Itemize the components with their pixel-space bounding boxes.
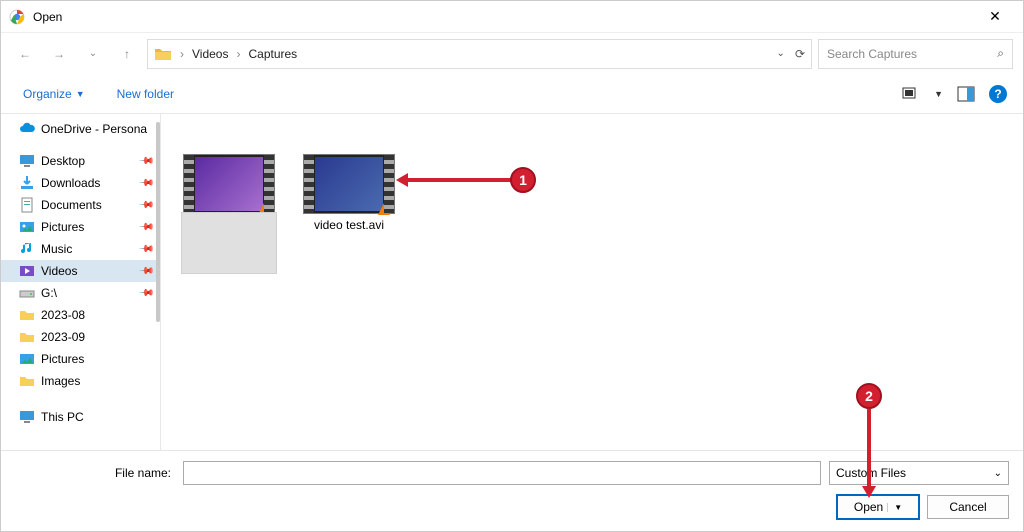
file-item-selected[interactable] bbox=[181, 154, 277, 234]
breadcrumb-captures[interactable]: Captures bbox=[248, 47, 297, 61]
video-thumbnail-icon bbox=[303, 154, 395, 214]
sidebar-item-label: Music bbox=[41, 242, 72, 256]
cancel-label: Cancel bbox=[949, 500, 986, 514]
file-pane[interactable]: video test.avi bbox=[161, 114, 1023, 466]
annotation-badge-1: 1 bbox=[510, 167, 536, 193]
sidebar-item-label: Images bbox=[41, 374, 80, 388]
annotation-arrow-2 bbox=[867, 409, 871, 495]
folder-icon bbox=[154, 45, 172, 63]
sidebar-item-label: Desktop bbox=[41, 154, 85, 168]
chevron-right-icon: › bbox=[234, 47, 242, 61]
breadcrumb-videos[interactable]: Videos bbox=[192, 47, 228, 61]
filetype-label: Custom Files bbox=[836, 466, 906, 480]
view-mode-button[interactable] bbox=[902, 85, 920, 103]
pin-icon: 📌 bbox=[137, 219, 154, 236]
pin-icon: 📌 bbox=[137, 263, 154, 280]
filename-input[interactable] bbox=[183, 461, 821, 485]
sidebar-item-images[interactable]: Images bbox=[1, 370, 160, 392]
desktop-icon bbox=[19, 153, 35, 169]
window-title: Open bbox=[33, 10, 62, 24]
address-bar[interactable]: › Videos › Captures ⌄ ⟳ bbox=[147, 39, 812, 69]
sidebar-item-downloads[interactable]: Downloads 📌 bbox=[1, 172, 160, 194]
sidebar-item-pictures[interactable]: Pictures 📌 bbox=[1, 216, 160, 238]
documents-icon bbox=[19, 197, 35, 213]
open-button[interactable]: Open ▼ bbox=[837, 495, 919, 519]
refresh-icon[interactable]: ⟳ bbox=[795, 47, 805, 61]
pin-icon: 📌 bbox=[137, 285, 154, 302]
organize-label: Organize bbox=[23, 87, 72, 101]
organize-button[interactable]: Organize ▼ bbox=[17, 83, 91, 105]
sidebar-item-label: Pictures bbox=[41, 220, 84, 234]
chevron-down-icon: ▼ bbox=[76, 89, 85, 99]
filename-label: File name: bbox=[15, 466, 175, 480]
folder-icon bbox=[19, 329, 35, 345]
sidebar-item-label: 2023-08 bbox=[41, 308, 85, 322]
split-chevron-icon[interactable]: ▼ bbox=[887, 503, 902, 512]
sidebar-item-this-pc[interactable]: This PC bbox=[1, 406, 160, 428]
annotation-arrow-1 bbox=[399, 178, 511, 182]
nav-up[interactable]: ↑ bbox=[113, 40, 141, 68]
drive-icon bbox=[19, 285, 35, 301]
chevron-down-icon: ⌄ bbox=[994, 468, 1002, 479]
sidebar-item-videos[interactable]: Videos 📌 bbox=[1, 260, 160, 282]
chevron-down-icon[interactable]: ⌄ bbox=[777, 48, 785, 59]
sidebar-item-folder-2023-08[interactable]: 2023-08 bbox=[1, 304, 160, 326]
pictures-icon bbox=[19, 219, 35, 235]
file-item-video-test[interactable]: video test.avi bbox=[301, 154, 397, 234]
annotation-badge-2: 2 bbox=[856, 383, 882, 409]
scrollbar-thumb[interactable] bbox=[156, 122, 160, 322]
search-input[interactable]: Search Captures ⌕ bbox=[818, 39, 1013, 69]
pin-icon: 📌 bbox=[137, 241, 154, 258]
sidebar: OneDrive - Persona Desktop 📌 Downloads 📌… bbox=[1, 114, 161, 466]
cancel-button[interactable]: Cancel bbox=[927, 495, 1009, 519]
cloud-icon bbox=[19, 121, 35, 137]
new-folder-label: New folder bbox=[117, 87, 174, 101]
sidebar-item-label: OneDrive - Persona bbox=[41, 122, 147, 136]
sidebar-item-label: 2023-09 bbox=[41, 330, 85, 344]
video-thumbnail-icon bbox=[183, 154, 275, 214]
monitor-icon bbox=[19, 409, 35, 425]
chevron-right-icon: › bbox=[178, 47, 186, 61]
file-caption: video test.avi bbox=[314, 218, 384, 234]
nav-recent-chevron-icon[interactable]: ⌄ bbox=[79, 40, 107, 68]
downloads-icon bbox=[19, 175, 35, 191]
navbar: ← → ⌄ ↑ › Videos › Captures ⌄ ⟳ Search C… bbox=[1, 33, 1023, 74]
help-icon[interactable]: ? bbox=[989, 85, 1007, 103]
sidebar-item-label: Pictures bbox=[41, 352, 84, 366]
filetype-select[interactable]: Custom Files ⌄ bbox=[829, 461, 1009, 485]
videos-icon bbox=[19, 263, 35, 279]
sidebar-item-onedrive[interactable]: OneDrive - Persona bbox=[1, 118, 160, 140]
music-icon bbox=[19, 241, 35, 257]
folder-icon bbox=[19, 307, 35, 323]
pin-icon: 📌 bbox=[137, 175, 154, 192]
new-folder-button[interactable]: New folder bbox=[111, 83, 180, 105]
search-placeholder: Search Captures bbox=[827, 47, 917, 61]
sidebar-item-documents[interactable]: Documents 📌 bbox=[1, 194, 160, 216]
sidebar-item-music[interactable]: Music 📌 bbox=[1, 238, 160, 260]
pin-icon: 📌 bbox=[137, 153, 154, 170]
pin-icon: 📌 bbox=[137, 197, 154, 214]
search-icon: ⌕ bbox=[997, 46, 1004, 61]
nav-forward: → bbox=[45, 40, 73, 68]
titlebar: Open ✕ bbox=[1, 1, 1023, 33]
sidebar-item-drive-g[interactable]: G:\ 📌 bbox=[1, 282, 160, 304]
sidebar-item-label: This PC bbox=[41, 410, 84, 424]
sidebar-item-pictures-2[interactable]: Pictures bbox=[1, 348, 160, 370]
sidebar-item-label: Downloads bbox=[41, 176, 100, 190]
pictures-icon bbox=[19, 351, 35, 367]
sidebar-item-label: Videos bbox=[41, 264, 77, 278]
preview-pane-button[interactable] bbox=[957, 85, 975, 103]
close-button[interactable]: ✕ bbox=[975, 8, 1015, 25]
sidebar-item-desktop[interactable]: Desktop 📌 bbox=[1, 150, 160, 172]
chevron-down-icon[interactable]: ▼ bbox=[934, 89, 943, 99]
chrome-icon bbox=[9, 9, 25, 25]
sidebar-item-folder-2023-09[interactable]: 2023-09 bbox=[1, 326, 160, 348]
sidebar-item-label: Documents bbox=[41, 198, 102, 212]
folder-icon bbox=[19, 373, 35, 389]
command-bar: Organize ▼ New folder ▼ ? bbox=[1, 74, 1023, 114]
sidebar-item-label: G:\ bbox=[41, 286, 57, 300]
nav-back[interactable]: ← bbox=[11, 40, 39, 68]
